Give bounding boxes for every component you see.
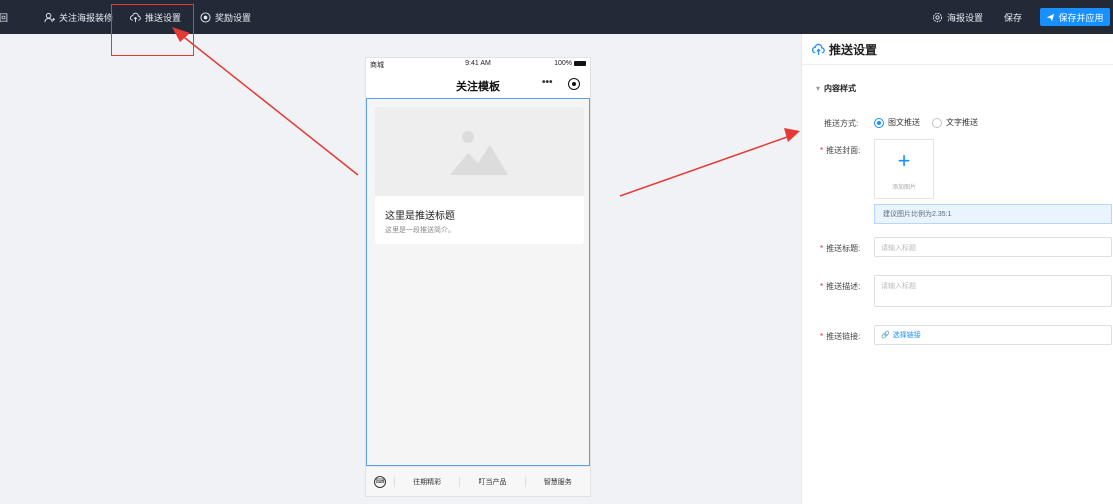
caret-down-icon: ▾ <box>816 84 821 93</box>
push-preview-card[interactable]: 这里是推送标题 这里是一段推送简介。 <box>375 107 584 244</box>
send-icon <box>1047 13 1055 21</box>
cover-ratio-hint: 建议图片比例为2.35:1 <box>874 204 1112 224</box>
tab-item[interactable]: 智慧服务 <box>524 476 590 487</box>
image-placeholder-icon <box>450 131 508 175</box>
select-link-text: 选择链接 <box>892 332 921 339</box>
tab-attention-poster[interactable]: 关注海报装修 <box>44 0 113 34</box>
card-description: 这里是一段推送简介。 <box>385 227 455 234</box>
back-button[interactable]: 返回 <box>0 0 8 34</box>
save-button[interactable]: 保存 <box>1004 0 1022 34</box>
cover-upload[interactable]: + 添加图片 <box>874 139 934 199</box>
tab-item[interactable]: 叮当产品 <box>459 476 524 487</box>
section-content-style[interactable]: ▾ 内容样式 <box>816 83 856 94</box>
gear-icon <box>932 12 943 22</box>
back-label: 返回 <box>0 12 9 23</box>
link-icon: 🔗 <box>881 332 890 339</box>
phone-tab-bar: ⌨ 往期精彩 叮当产品 智慧服务 <box>366 466 590 496</box>
battery-indicator: 100% <box>554 60 586 67</box>
cloud-upload-icon <box>812 43 825 55</box>
link-label: * 推送链接: <box>820 332 861 341</box>
keyboard-toggle[interactable]: ⌨ <box>366 475 394 488</box>
card-title: 这里是推送标题 <box>385 211 455 222</box>
title-label: * 推送标题: <box>820 244 861 253</box>
tab-attention-label: 关注海报装修 <box>59 12 114 23</box>
phone-nav-bar: 关注模板 ••• <box>366 72 590 98</box>
description-textarea[interactable]: 请输入标题 <box>874 275 1112 307</box>
tab-reward-label: 奖励设置 <box>215 12 252 23</box>
phone-preview: 商城 9:41 AM 100% 关注模板 ••• 这里是推送标题 这里是一段推送… <box>365 57 591 497</box>
battery-label: 100% <box>554 60 572 67</box>
user-add-icon <box>44 12 55 22</box>
phone-page-title: 关注模板 <box>456 81 500 93</box>
poster-settings-button[interactable]: 海报设置 <box>932 0 983 34</box>
tab-item[interactable]: 往期精彩 <box>394 476 459 487</box>
radio-image-text-label[interactable]: 图文推送 <box>888 117 920 128</box>
select-link-field[interactable]: 🔗 选择链接 <box>874 325 1112 345</box>
push-mode-label: 推送方式: <box>824 119 859 128</box>
reward-icon <box>200 11 211 23</box>
tab-reward-settings[interactable]: 奖励设置 <box>200 0 251 34</box>
radio-text-only[interactable] <box>932 117 942 128</box>
more-dots-icon[interactable]: ••• <box>542 77 553 88</box>
phone-status-bar: 商城 9:41 AM 100% <box>366 58 590 70</box>
upload-caption: 添加图片 <box>891 185 916 191</box>
description-label: * 推送描述: <box>820 282 861 291</box>
save-apply-label: 保存并应用 <box>1058 12 1104 23</box>
phone-content-area: 这里是推送标题 这里是一段推送简介。 <box>366 98 590 466</box>
title-input[interactable]: 请输入标题 <box>874 237 1112 257</box>
keyboard-icon: ⌨ <box>374 475 386 488</box>
radio-image-text[interactable] <box>874 117 884 128</box>
battery-icon <box>574 61 586 66</box>
push-mode-radio-group: 图文推送 文字推送 <box>874 117 978 128</box>
save-label: 保存 <box>1004 12 1023 23</box>
capsule-close-icon[interactable] <box>568 78 580 90</box>
radio-text-only-label[interactable]: 文字推送 <box>946 117 978 128</box>
cover-placeholder <box>375 107 584 196</box>
panel-header: 推送设置 <box>802 34 1113 65</box>
panel-title: 推送设置 <box>829 42 878 57</box>
annotation-highlight-box <box>111 4 194 56</box>
settings-panel: 推送设置 ▾ 内容样式 推送方式: 图文推送 文字推送 * 推送封面: + 添加图片… <box>801 34 1113 504</box>
plus-icon: + <box>897 148 911 173</box>
poster-settings-label: 海报设置 <box>947 12 984 23</box>
save-apply-button[interactable]: 保存并应用 <box>1040 8 1110 26</box>
cover-label: * 推送封面: <box>820 146 861 155</box>
section-label: 内容样式 <box>824 84 857 93</box>
